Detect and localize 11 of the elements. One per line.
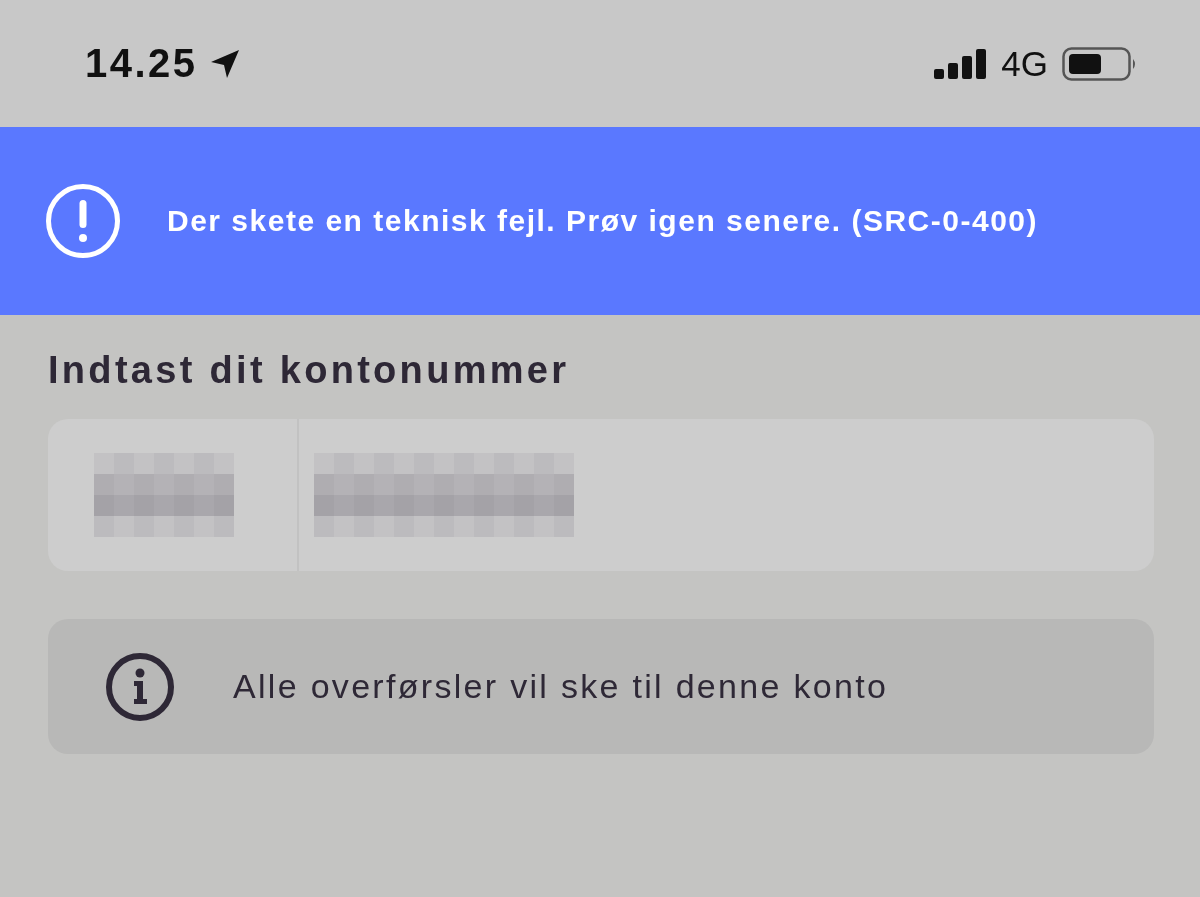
info-icon (106, 652, 174, 721)
error-message: Der skete en teknisk fejl. Prøv igen senere. (SRC-0-400) (167, 204, 1038, 238)
signal-icon (934, 48, 988, 79)
account-number-field[interactable] (48, 419, 1154, 571)
section-heading: Indtast dit kontonummer (48, 348, 571, 393)
battery-icon (1062, 46, 1138, 81)
info-text: Alle overførsler vil ske til denne konto (233, 667, 889, 706)
warning-icon (46, 184, 120, 258)
network-label: 4G (1001, 43, 1048, 84)
status-time: 14.25 (85, 41, 198, 86)
location-arrow-icon (209, 48, 240, 79)
